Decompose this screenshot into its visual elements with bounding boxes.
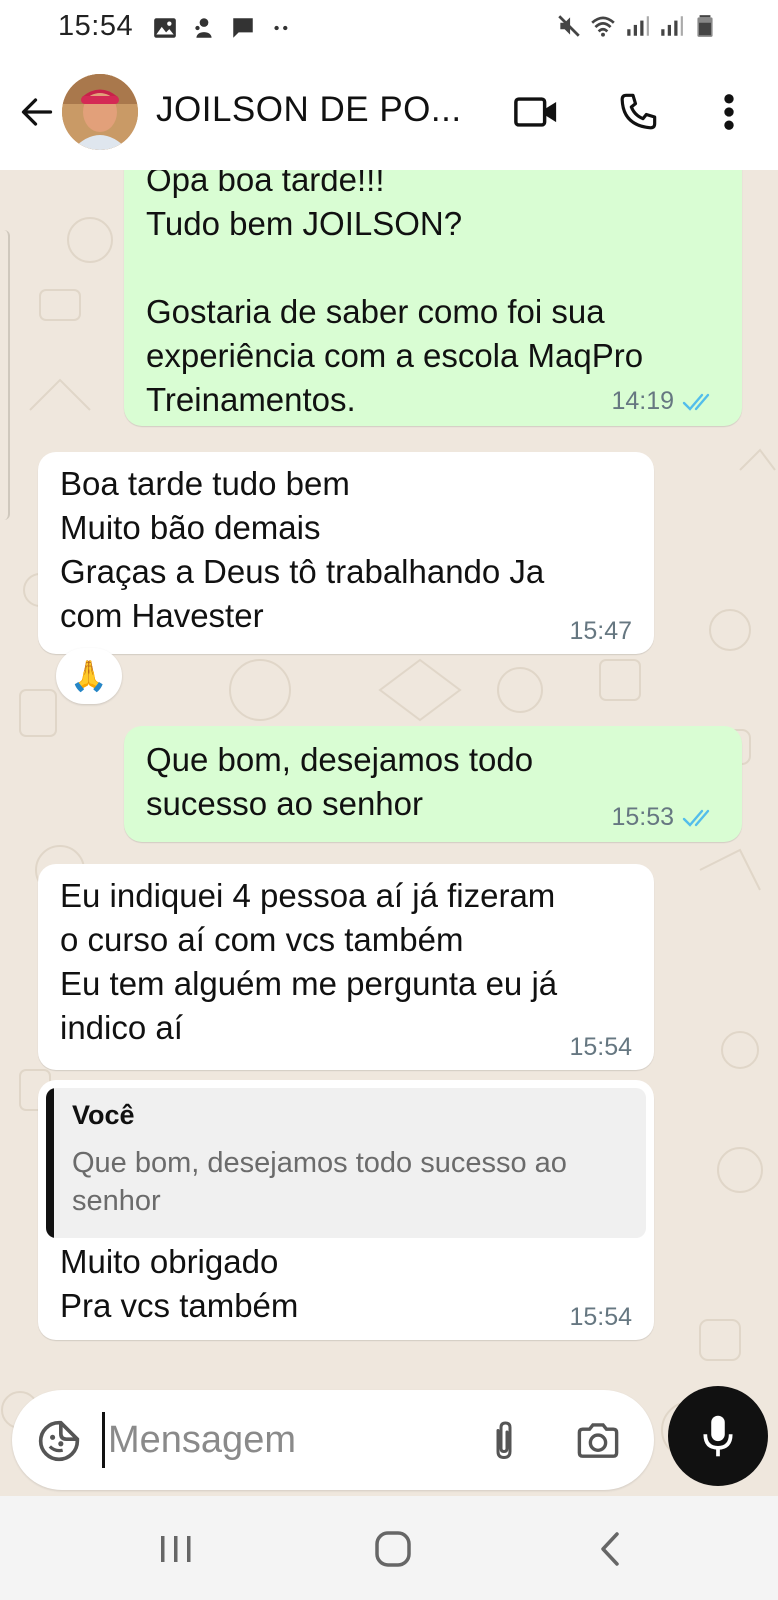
notification-icons [152,14,295,42]
message-bubble-outgoing[interactable]: Opa boa tarde!!! Tudo bem JOILSON? Gosta… [124,170,742,426]
quote-author: Você [72,1100,135,1130]
avatar-photo [62,74,138,150]
message-time: 15:54 [569,1303,632,1331]
message-time: 15:47 [569,617,632,645]
system-navigation-bar [0,1496,778,1600]
recent-apps-button[interactable] [150,1526,202,1572]
signal-icon-2 [661,16,683,36]
signal-icon [627,16,649,36]
composer-bar [0,1378,778,1496]
message-meta: 15:54 [569,1033,632,1062]
text-caret [102,1412,105,1468]
quote-text: Que bom, desejamos todo sucesso ao senho… [72,1147,567,1217]
emoji-button[interactable] [34,1416,84,1466]
message-input[interactable] [108,1406,458,1474]
message-time: 15:53 [611,803,674,831]
contact-avatar[interactable] [62,74,138,150]
back-arrow-icon [21,98,53,126]
message-bubble-incoming[interactable]: Eu indiquei 4 pessoa aí já fizeram o cur… [38,864,654,1070]
more-options-button[interactable] [706,84,752,140]
back-icon [601,1532,619,1566]
message-meta: 15:54 [569,1303,632,1332]
back-button[interactable] [14,86,60,138]
emoji-sticker-icon [38,1420,80,1462]
image-icon [154,18,176,38]
recent-apps-icon [161,1536,191,1562]
contact-name[interactable]: JOILSON DE PO... [156,90,462,130]
phone-icon [620,93,657,130]
scroll-indicator[interactable] [0,230,10,520]
message-text: Opa boa tarde!!! Tudo bem JOILSON? Gosta… [146,170,644,418]
battery-icon [697,15,713,37]
message-time: 15:54 [569,1033,632,1061]
chat-header: JOILSON DE PO... [0,56,778,170]
home-button[interactable] [370,1526,416,1572]
wifi-icon [591,16,615,37]
message-reaction[interactable]: 🙏 [56,648,122,704]
camera-icon [577,1423,619,1458]
home-icon [375,1531,411,1567]
read-ticks-icon [682,809,710,827]
status-time: 15:54 [58,10,134,42]
chat-notification-icon [233,18,253,38]
attach-icon [496,1421,512,1460]
more-vert-icon [724,94,734,130]
read-ticks-icon [682,393,710,411]
nav-back-button[interactable] [590,1526,630,1572]
attach-button[interactable] [482,1414,526,1468]
quote-bar [46,1088,54,1238]
message-meta: 15:47 [569,617,632,646]
message-bubble-incoming[interactable]: Boa tarde tudo bem Muito bão demais Graç… [38,452,654,654]
mute-icon [558,15,580,37]
more-notifications-icon [274,25,288,31]
status-bar: 15:54 [0,0,778,56]
message-text: Muito obrigado Pra vcs também [60,1243,299,1324]
chat-area[interactable]: Opa boa tarde!!! Tudo bem JOILSON? Gosta… [0,170,778,1496]
message-text: Que bom, desejamos todo sucesso ao senho… [146,741,534,822]
message-bubble-outgoing[interactable]: Que bom, desejamos todo sucesso ao senho… [124,726,742,842]
camera-button[interactable] [572,1416,624,1466]
message-meta: 15:53 [611,803,720,832]
voice-message-button[interactable] [668,1386,768,1486]
message-time: 14:19 [611,387,674,415]
message-meta: 14:19 [611,387,720,416]
quoted-message[interactable]: Você Que bom, desejamos todo sucesso ao … [46,1088,646,1238]
video-call-button[interactable] [508,86,564,138]
message-bubble-incoming-reply[interactable]: Você Que bom, desejamos todo sucesso ao … [38,1080,654,1340]
system-icons [556,10,718,42]
message-input-container[interactable] [12,1390,654,1490]
app-notification-icon [195,18,212,38]
message-text: Boa tarde tudo bem Muito bão demais Graç… [60,465,545,634]
mic-icon [703,1415,733,1457]
video-call-icon [514,97,557,127]
voice-call-button[interactable] [612,84,664,140]
message-text: Eu indiquei 4 pessoa aí já fizeram o cur… [60,877,558,1046]
